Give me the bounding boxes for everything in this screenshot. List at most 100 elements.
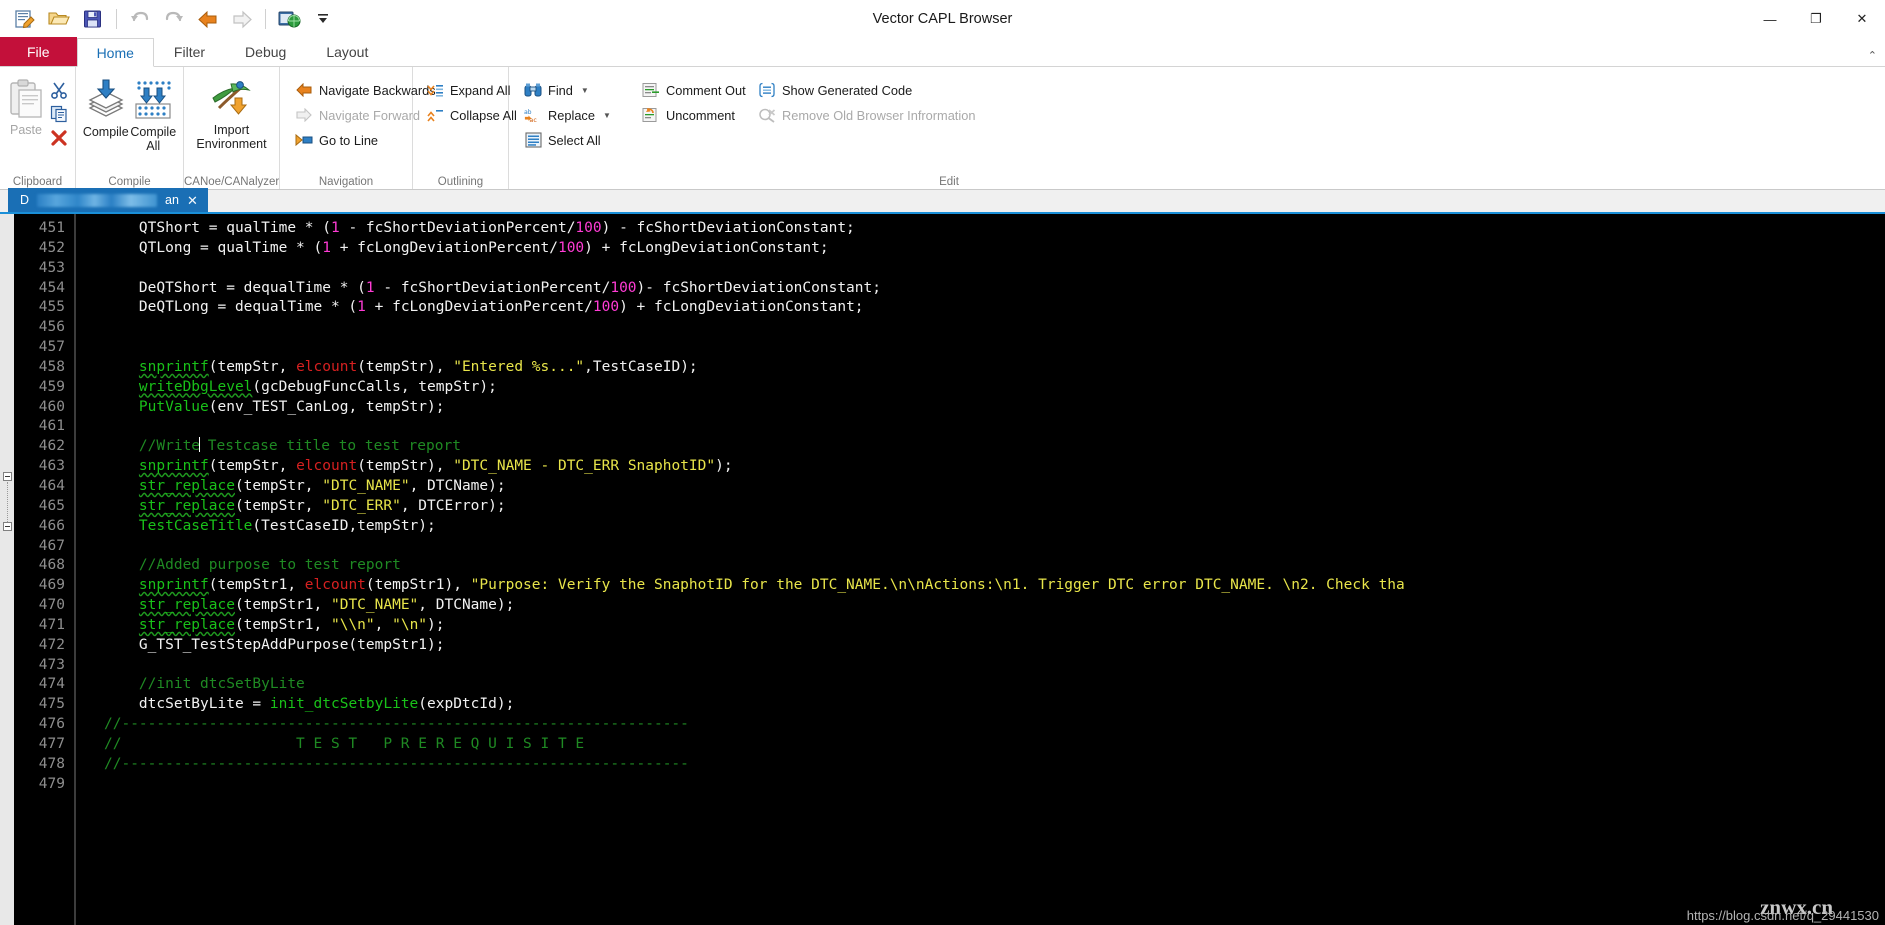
redo-icon[interactable] [157,4,191,34]
ribbon-group-edit: Find ▼ ab ac Replace ▼ Select All Commen… [509,67,1389,189]
uncomment-label: Uncomment [666,107,735,123]
code-token: "\n" [392,616,428,633]
paste-label: Paste [10,123,42,137]
code-line[interactable]: snprintf(tempStr, elcount(tempStr), "Ent… [104,358,1885,378]
compile-icon [84,78,128,122]
chevron-down-icon[interactable]: ▼ [581,86,589,95]
code-line[interactable]: //--------------------------------------… [104,715,1885,735]
import-environment-icon[interactable] [272,4,306,34]
close-icon[interactable]: ✕ [187,194,198,207]
code-line[interactable]: TestCaseTitle(TestCaseID,tempStr); [104,517,1885,537]
code-line[interactable]: str_replace(tempStr, "DTC_NAME", DTCName… [104,477,1885,497]
code-line[interactable]: PutValue(env_TEST_CanLog, tempStr); [104,398,1885,418]
code-token: QTLong = qualTime * ( [104,239,323,256]
save-icon[interactable] [76,4,110,34]
compile-button[interactable]: Compile [82,74,130,140]
select-all-button[interactable]: Select All [521,128,639,152]
line-number: 468 [38,557,65,574]
code-token: (gcDebugFuncCalls, tempStr); [252,378,497,395]
code-token: 100 [592,299,620,316]
code-line[interactable] [104,318,1885,338]
find-button[interactable]: Find ▼ [521,78,639,102]
code-line[interactable]: str_replace(tempStr, "DTC_ERR", DTCError… [104,497,1885,517]
code-token: 1 [330,220,340,236]
code-line[interactable]: str_replace(tempStr1, "\\n", "\n"); [104,616,1885,636]
code-line[interactable]: dtcSetByLite = init_dtcSetbyLite(expDtcI… [104,695,1885,715]
code-line[interactable]: str_replace(tempStr1, "DTC_NAME", DTCNam… [104,596,1885,616]
code-line[interactable]: snprintf(tempStr1, elcount(tempStr1), "P… [104,576,1885,596]
code-line[interactable] [104,338,1885,358]
code-token: writeDbgLevel [138,378,253,395]
code-line[interactable]: QTLong = qualTime * (1 + fcLongDeviation… [104,239,1885,259]
line-number: 456 [38,319,65,336]
replace-button[interactable]: ab ac Replace ▼ [521,103,639,127]
line-number: 464 [38,477,65,494]
uncomment-icon [642,106,660,124]
code-token: (tempStr), [357,458,454,475]
code-line[interactable]: G_TST_TestStepAddPurpose(tempStr1); [104,636,1885,656]
code-token: "DTC_NAME - DTC_ERR SnaphotID" [453,458,716,475]
code-token: //Added purpose to test report [138,557,401,574]
collapse-all-button[interactable]: Collapse All [423,103,523,127]
code-line[interactable]: //--------------------------------------… [104,755,1885,775]
code-token: ); [427,616,445,633]
code-line[interactable] [104,775,1885,795]
document-tab[interactable]: D an ✕ [8,188,208,212]
remove-old-browser-information-button[interactable]: Remove Old Browser Infrormation [755,103,985,127]
open-folder-icon[interactable] [42,4,76,34]
code-line[interactable]: QTShort = qualTime * (1 - fcShortDeviati… [104,219,1885,239]
group-label-navigation: Navigation [318,176,374,188]
collapse-ribbon-icon[interactable]: ⌃ [1868,49,1877,62]
code-token: 100 [575,220,602,236]
compile-all-button[interactable]: Compile All [130,74,178,153]
code-line[interactable]: //init dtcSetByLite [104,675,1885,695]
customize-qat-icon[interactable] [306,4,340,34]
code-line[interactable] [104,259,1885,279]
cut-icon[interactable] [49,80,69,100]
code-line[interactable] [104,537,1885,557]
line-number: 460 [38,398,65,415]
maximize-button[interactable]: ❐ [1793,0,1839,38]
copy-icon[interactable] [49,104,69,124]
undo-icon[interactable] [123,4,157,34]
document-tab-strip: D an ✕ [0,188,1885,214]
code-token: (tempStr1), [365,577,471,594]
code-line[interactable]: //Write Testcase title to test report [104,437,1885,457]
tab-debug[interactable]: Debug [225,37,306,66]
comment-out-button[interactable]: Comment Out [639,78,755,102]
code-line[interactable] [104,656,1885,676]
arrow-left-icon [295,81,313,99]
show-generated-code-button[interactable]: Show Generated Code [755,78,985,102]
paste-button[interactable]: Paste [6,74,46,138]
code-line[interactable]: DeQTShort = dequalTime * (1 - fcShortDev… [104,279,1885,299]
code-line[interactable]: //Added purpose to test report [104,556,1885,576]
minimize-button[interactable]: — [1747,0,1793,38]
uncomment-button[interactable]: Uncomment [639,103,755,127]
outline-guide-line [7,482,8,522]
code-line[interactable]: snprintf(tempStr, elcount(tempStr), "DTC… [104,457,1885,477]
code-line[interactable]: writeDbgLevel(gcDebugFuncCalls, tempStr)… [104,378,1885,398]
tab-layout[interactable]: Layout [306,37,388,66]
delete-icon[interactable] [49,128,69,148]
expand-all-button[interactable]: Expand All [423,78,523,102]
new-file-icon[interactable] [8,4,42,34]
close-button[interactable]: ✕ [1839,0,1885,38]
outline-collapse-node[interactable] [3,472,12,481]
outlining-margin[interactable] [0,214,14,925]
navigate-forward-icon[interactable] [225,4,259,34]
code-token: (env_TEST_CanLog, tempStr); [208,398,445,415]
editor-right-edge [1879,214,1885,925]
import-environment-button[interactable]: Import Environment [190,74,273,151]
tab-file[interactable]: File [0,37,77,66]
navigate-back-icon[interactable] [191,4,225,34]
code-line[interactable]: DeQTLong = dequalTime * (1 + fcLongDevia… [104,298,1885,318]
code-line[interactable] [104,417,1885,437]
outline-collapse-node[interactable] [3,522,12,531]
code-token: "DTC_NAME" [330,597,419,614]
code-content[interactable]: QTShort = qualTime * (1 - fcShortDeviati… [76,214,1885,925]
tab-filter[interactable]: Filter [154,37,225,66]
tab-home[interactable]: Home [76,38,154,67]
code-line[interactable]: // T E S T P R E R E Q U I S I T E [104,735,1885,755]
chevron-down-icon[interactable]: ▼ [603,111,611,120]
select-all-label: Select All [548,132,601,148]
